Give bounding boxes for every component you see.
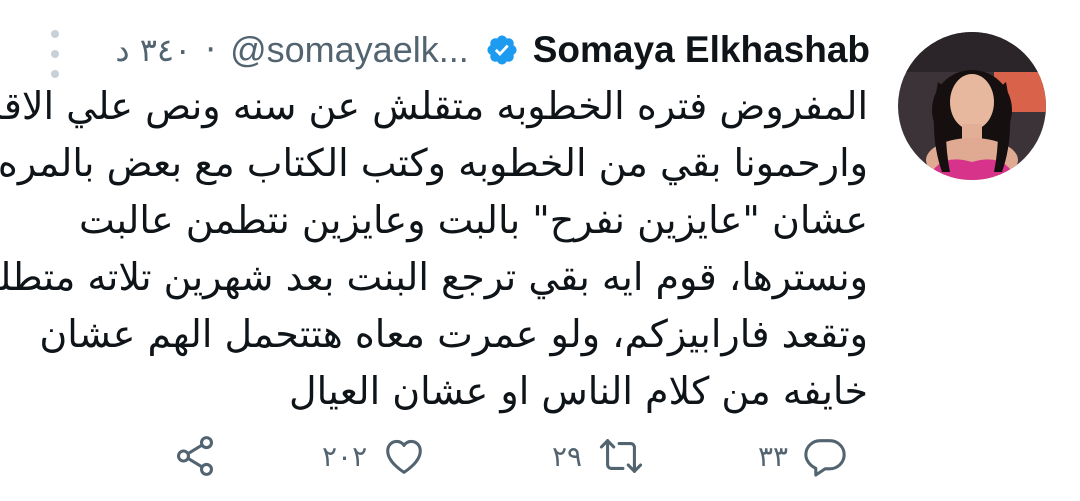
- tweet-text-line: خايفه من كلام الناس او عشان العيال: [289, 369, 868, 413]
- reply-button[interactable]: ٣٣: [758, 430, 848, 482]
- tweet-timestamp[interactable]: ٣٤٠ د: [115, 31, 191, 69]
- like-icon: [381, 433, 427, 479]
- retweet-icon: [596, 433, 646, 479]
- share-icon: [172, 433, 218, 479]
- reply-icon: [802, 433, 848, 479]
- tweet[interactable]: Somaya Elkhashab @somayaelk... · ٣٤٠ د ا…: [0, 0, 1080, 501]
- retweet-count: ٢٩: [552, 439, 583, 473]
- author-handle[interactable]: @somayaelk...: [230, 29, 469, 71]
- reply-count: ٣٣: [758, 439, 789, 473]
- like-button[interactable]: ٢٠٢: [322, 430, 427, 482]
- verified-badge-icon: [483, 32, 519, 68]
- retweet-button[interactable]: ٢٩: [552, 430, 646, 482]
- tweet-text-line: وتقعد فارابيزكم، ولو عمرت معاه هتتحمل ال…: [39, 312, 868, 356]
- tweet-header: Somaya Elkhashab @somayaelk... · ٣٤٠ د: [115, 22, 870, 78]
- share-button[interactable]: [172, 430, 218, 482]
- tweet-text-line: وارحمونا بقي من الخطوبه وكتب الكتاب مع ب…: [0, 141, 868, 185]
- tweet-actions: ٣٣ ٢٩ ٢٠٢: [0, 430, 1080, 482]
- tweet-text-line: المفروض فتره الخطوبه متقلش عن سنه ونص عل…: [0, 84, 868, 128]
- separator-dot: ·: [205, 30, 217, 70]
- author-name[interactable]: Somaya Elkhashab: [533, 29, 870, 71]
- like-count: ٢٠٢: [322, 439, 368, 473]
- more-options-icon[interactable]: [46, 30, 64, 78]
- tweet-text: المفروض فتره الخطوبه متقلش عن سنه ونص عل…: [0, 78, 868, 420]
- tweet-text-line: عشان "عايزين نفرح" بالبت وعايزين نتطمن ع…: [79, 198, 868, 242]
- avatar[interactable]: [898, 32, 1046, 180]
- tweet-text-line: ونسترها، قوم ايه بقي ترجع البنت بعد شهري…: [0, 255, 868, 299]
